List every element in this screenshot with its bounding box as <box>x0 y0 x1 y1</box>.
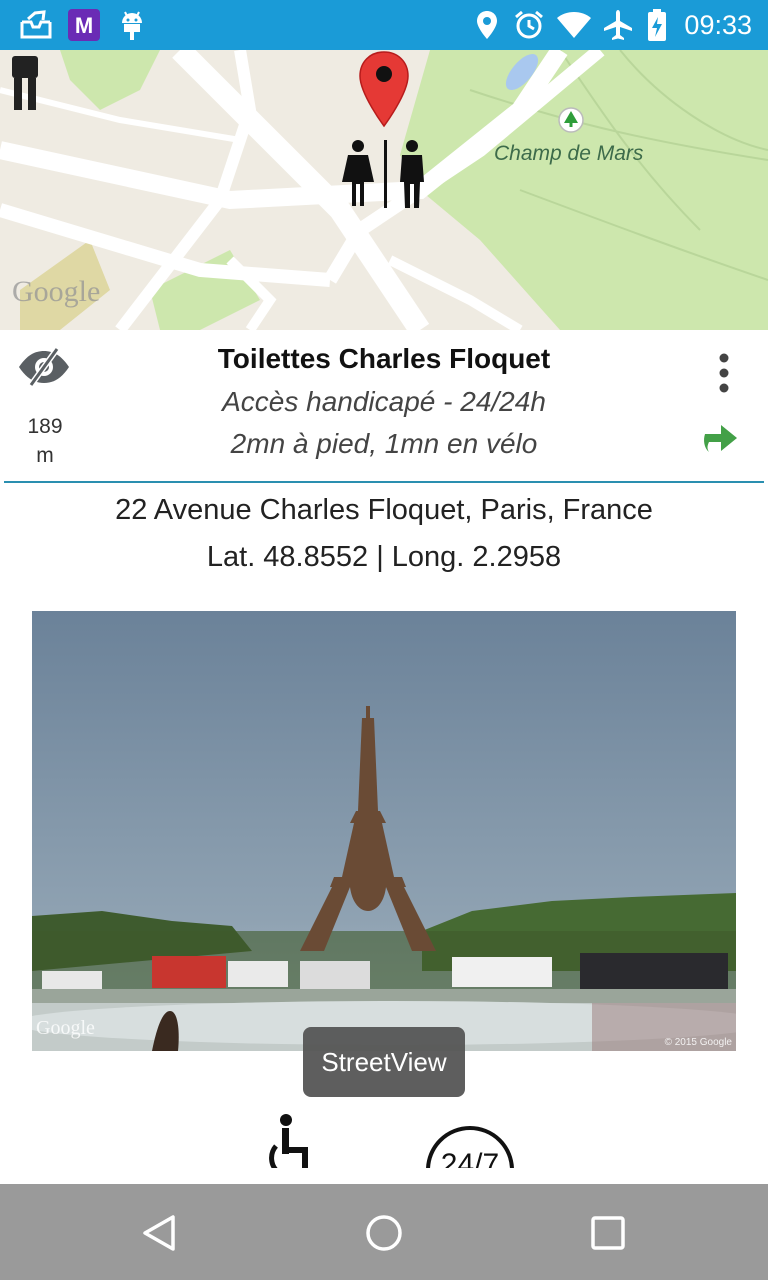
streetview-toast: StreetView <box>303 1027 465 1097</box>
feature-icons-row: 24/7 <box>0 1100 768 1168</box>
photo-google-logo: Google <box>36 1017 95 1039</box>
travel-times: 2mn à pied, 1mn en vélo <box>230 428 538 459</box>
map-google-logo: Google <box>12 275 101 308</box>
back-triangle-icon <box>143 1215 175 1251</box>
home-circle-icon <box>366 1215 402 1251</box>
distance-unit: m <box>36 444 54 467</box>
photo-copyright: © 2015 Google <box>664 1037 732 1048</box>
directions-arrow-icon <box>704 425 737 452</box>
overflow-menu-button[interactable] <box>702 348 746 398</box>
open-247-badge: 24/7 <box>426 1126 514 1168</box>
more-vertical-icon <box>719 353 729 393</box>
inbox-icon <box>18 8 54 42</box>
address: 22 Avenue Charles Floquet, Paris, France <box>115 494 653 526</box>
accessibility-hours: Accès handicapé - 24/24h <box>222 386 546 417</box>
eiffel-tower-photo <box>32 611 736 1051</box>
location-icon <box>474 8 500 42</box>
back-button[interactable] <box>134 1208 184 1258</box>
visibility-off-icon[interactable] <box>16 342 72 392</box>
battery-charging-icon <box>646 8 668 42</box>
recents-button[interactable] <box>583 1208 633 1258</box>
m-app-icon: M <box>66 8 102 42</box>
airplane-icon <box>602 8 634 42</box>
open-247-label: 24/7 <box>440 1148 500 1168</box>
status-bar: M 09:33 <box>0 0 768 50</box>
navigation-bar <box>0 1184 768 1280</box>
distance-indicator: 189 m <box>14 412 76 470</box>
android-debug-icon <box>118 8 146 42</box>
coordinates: Lat. 48.8552 | Long. 2.2958 <box>206 541 562 573</box>
streetview-photo[interactable]: Google © 2015 Google <box>32 611 736 1051</box>
screen: M 09:33 Champ de Mars Google 189 m Toile… <box>0 0 768 1280</box>
map-view[interactable]: Champ de Mars Google <box>0 50 768 330</box>
map-place-label: Champ de Mars <box>494 142 644 165</box>
recents-square-icon <box>591 1216 625 1250</box>
distance-value: 189 <box>27 415 63 438</box>
wheelchair-icon <box>262 1112 322 1168</box>
status-time: 09:33 <box>684 10 752 40</box>
info-divider <box>4 481 764 483</box>
wifi-icon <box>556 8 592 42</box>
svg-text:M: M <box>75 13 93 38</box>
alarm-icon <box>512 8 546 42</box>
toilet-name: Toilettes Charles Floquet <box>217 343 551 374</box>
home-button[interactable] <box>359 1208 409 1258</box>
directions-button[interactable] <box>698 418 744 458</box>
